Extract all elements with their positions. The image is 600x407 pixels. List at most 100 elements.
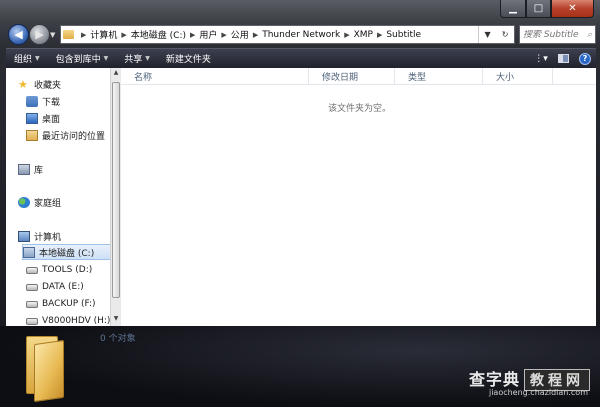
organize-label: 组织 xyxy=(14,55,33,65)
nav-item-drive-e[interactable]: DATA (E:) xyxy=(26,279,84,295)
minimize-button[interactable]: ▁ xyxy=(500,0,526,18)
nav-item-drive-c[interactable]: 本地磁盘 (C:) xyxy=(22,244,112,260)
hard-drive-icon xyxy=(26,266,38,274)
chevron-right-icon[interactable]: ▶ xyxy=(121,31,126,39)
toolbar-right: ⋮▾ ? xyxy=(530,49,596,69)
nav-label: DATA (E:) xyxy=(42,282,84,292)
chevron-down-icon: ▼ xyxy=(103,55,109,62)
preview-pane-button[interactable] xyxy=(552,49,574,69)
chevron-down-icon: ▼ xyxy=(35,55,40,62)
share-menu[interactable]: 共享 ▼ xyxy=(116,49,158,69)
nav-item-favorites[interactable]: ★ 收藏夹 xyxy=(18,76,61,92)
file-list: 名称 修改日期 类型 大小 该文件夹为空。 xyxy=(121,68,596,326)
chevron-right-icon[interactable]: ▶ xyxy=(81,31,86,39)
computer-icon xyxy=(18,230,30,242)
chevron-down-icon[interactable]: ▼ xyxy=(485,30,491,39)
arrow-right-icon: ▶ xyxy=(35,28,44,41)
details-pane: 0 个对象 查字典 教程网 jiaocheng.chazidian.com xyxy=(0,326,600,407)
view-options-button[interactable]: ⋮▾ xyxy=(530,49,552,69)
nav-item-computer[interactable]: 计算机 xyxy=(18,228,61,244)
scroll-up-arrow-icon[interactable]: ▲ xyxy=(112,69,120,79)
chevron-right-icon[interactable]: ▶ xyxy=(221,31,226,39)
watermark-url: jiaocheng.chazidian.com xyxy=(488,388,588,397)
homegroup-icon xyxy=(18,196,30,208)
close-button[interactable]: ✕ xyxy=(551,0,594,18)
nav-item-drive-d[interactable]: TOOLS (D:) xyxy=(26,262,92,278)
nav-item-drive-h[interactable]: V8000HDV (H:) xyxy=(26,313,110,326)
view-list-icon: ⋮▾ xyxy=(534,53,548,64)
share-label: 共享 xyxy=(124,55,143,65)
breadcrumb-drive-c[interactable]: 本地磁盘 (C:) xyxy=(131,28,186,41)
nav-label: 本地磁盘 (C:) xyxy=(39,248,95,259)
hard-drive-icon xyxy=(26,283,38,291)
download-icon xyxy=(26,95,38,107)
nav-label: 计算机 xyxy=(34,232,62,243)
nav-label: 下载 xyxy=(42,97,61,108)
nav-item-drive-f[interactable]: BACKUP (F:) xyxy=(26,296,96,312)
folder-icon xyxy=(24,330,68,403)
column-header-type[interactable]: 类型 xyxy=(395,68,483,85)
include-in-library-label: 包含到库中 xyxy=(55,55,101,65)
new-folder-button[interactable]: 新建文件夹 xyxy=(158,49,219,69)
search-icon[interactable]: ⌕ xyxy=(587,30,592,40)
help-button[interactable]: ? xyxy=(574,49,596,69)
library-icon xyxy=(18,163,30,175)
breadcrumb-users[interactable]: 用户 xyxy=(199,28,217,41)
breadcrumb-public[interactable]: 公用 xyxy=(231,28,249,41)
recent-pages-dropdown[interactable]: ▼ xyxy=(50,31,55,39)
address-controls: ▼ ↻ xyxy=(478,26,514,43)
back-button[interactable]: ◀ xyxy=(8,24,29,45)
star-icon: ★ xyxy=(18,77,28,91)
nav-label: TOOLS (D:) xyxy=(42,265,93,275)
desktop-icon xyxy=(26,112,38,124)
command-bar: 组织 ▼ 包含到库中 ▼ 共享 ▼ 新建文件夹 ⋮▾ ? xyxy=(6,48,596,68)
nav-item-recent[interactable]: 最近访问的位置 xyxy=(26,127,105,143)
breadcrumb-xmp[interactable]: XMP xyxy=(354,30,373,40)
recent-places-icon xyxy=(26,129,38,141)
preview-pane-icon xyxy=(557,54,569,63)
column-header-name[interactable]: 名称 xyxy=(121,68,309,85)
scroll-down-arrow-icon[interactable]: ▼ xyxy=(112,315,120,325)
breadcrumb-thunder-network[interactable]: Thunder Network xyxy=(262,30,340,40)
watermark-brand: 查字典 xyxy=(468,370,520,389)
nav-label: 收藏夹 xyxy=(34,80,62,91)
address-bar[interactable]: ▶ 计算机 ▶ 本地磁盘 (C:) ▶ 用户 ▶ 公用 ▶ Thunder Ne… xyxy=(60,25,515,44)
nav-pane-scrollbar[interactable]: ▲ ▼ xyxy=(110,68,121,326)
nav-item-downloads[interactable]: 下载 xyxy=(26,93,60,109)
nav-label: 库 xyxy=(34,165,44,176)
empty-folder-message: 该文件夹为空。 xyxy=(328,104,392,114)
system-drive-icon xyxy=(23,246,35,258)
chevron-right-icon[interactable]: ▶ xyxy=(190,31,195,39)
navigation-pane: ★ 收藏夹 下载 桌面 最近访问的位置 库 家庭组 计算机 本地磁盘 (C:) T… xyxy=(6,68,113,326)
nav-label: BACKUP (F:) xyxy=(42,299,96,309)
folder-icon xyxy=(63,30,74,39)
nav-label: V8000HDV (H:) xyxy=(42,316,111,326)
scrollbar-thumb[interactable] xyxy=(112,82,120,298)
nav-item-homegroup[interactable]: 家庭组 xyxy=(18,194,61,210)
hard-drive-icon xyxy=(26,317,38,325)
search-box[interactable]: ⌕ xyxy=(519,25,596,44)
forward-button[interactable]: ▶ xyxy=(29,24,50,45)
maximize-button[interactable]: □ xyxy=(526,0,551,18)
help-icon: ? xyxy=(579,52,591,65)
column-header-size[interactable]: 大小 xyxy=(483,68,553,85)
search-input[interactable] xyxy=(523,29,581,40)
refresh-icon[interactable]: ↻ xyxy=(502,30,509,39)
arrow-left-icon: ◀ xyxy=(14,28,23,41)
nav-item-libraries[interactable]: 库 xyxy=(18,161,43,177)
breadcrumb-subtitle[interactable]: Subtitle xyxy=(386,30,421,40)
nav-label: 桌面 xyxy=(42,114,61,125)
organize-menu[interactable]: 组织 ▼ xyxy=(6,49,48,69)
chevron-down-icon: ▼ xyxy=(145,55,150,62)
chevron-right-icon[interactable]: ▶ xyxy=(377,31,382,39)
hard-drive-icon xyxy=(26,300,38,308)
include-in-library-menu[interactable]: 包含到库中 ▼ xyxy=(48,49,117,69)
chevron-right-icon[interactable]: ▶ xyxy=(344,31,349,39)
new-folder-label: 新建文件夹 xyxy=(165,55,211,65)
nav-label: 最近访问的位置 xyxy=(42,131,106,142)
nav-item-desktop[interactable]: 桌面 xyxy=(26,110,60,126)
caption-buttons: ▁ □ ✕ xyxy=(500,0,594,18)
chevron-right-icon[interactable]: ▶ xyxy=(253,31,258,39)
breadcrumb-computer[interactable]: 计算机 xyxy=(90,28,117,41)
column-header-date[interactable]: 修改日期 xyxy=(309,68,395,85)
